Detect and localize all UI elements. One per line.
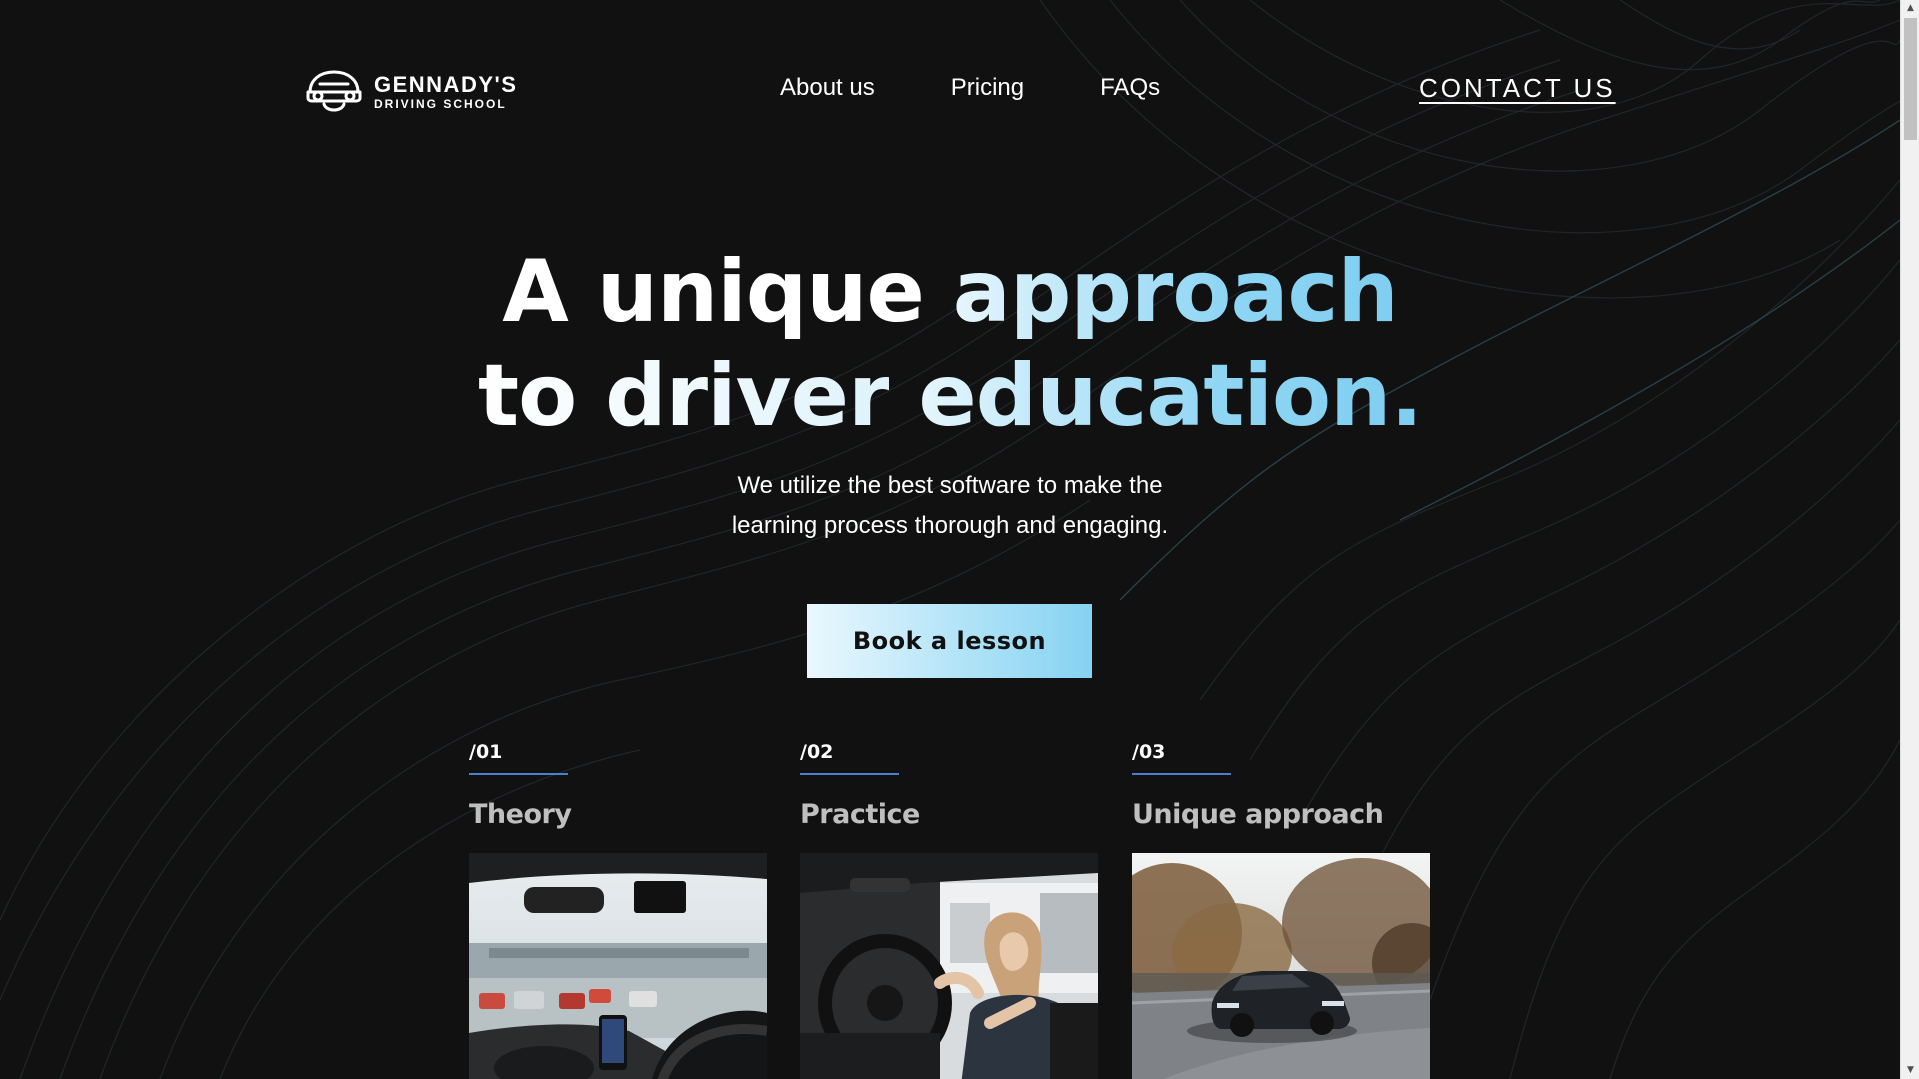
contact-us-link[interactable]: CONTACT US <box>1419 70 1616 106</box>
feature-card-unique-approach[interactable]: /03 Unique approach <box>1132 740 1430 1079</box>
feature-title: Theory <box>469 799 572 830</box>
hero-title: A unique approach to driver education. <box>0 240 1900 448</box>
feature-divider <box>800 773 899 775</box>
feature-title: Practice <box>800 799 920 830</box>
feature-number: /01 <box>469 741 503 763</box>
page: GENNADY'S DRIVING SCHOOL About us Pricin… <box>0 0 1900 1079</box>
hero-line2-white: to driver <box>477 346 890 446</box>
hero-line1-accent: approach <box>952 242 1399 342</box>
logo-subtitle: DRIVING SCHOOL <box>374 97 507 111</box>
main-nav: About us Pricing FAQs <box>780 72 1160 104</box>
feature-divider <box>469 773 568 775</box>
nav-faqs[interactable]: FAQs <box>1100 72 1160 104</box>
hero-subtitle-line1: We utilize the best software to make the <box>737 472 1163 499</box>
woman-driving-car-photo <box>800 853 1098 1079</box>
scroll-down-icon[interactable]: ▼ <box>1901 1062 1919 1079</box>
hero-subtitle-line2: learning process thorough and engaging. <box>731 512 1169 539</box>
hero-line1-white: A unique <box>502 242 925 342</box>
car-dashboard-traffic-photo <box>469 853 767 1079</box>
feature-card-theory[interactable]: /01 Theory <box>469 740 767 1079</box>
nav-pricing[interactable]: Pricing <box>951 72 1024 104</box>
dark-car-on-road-photo <box>1132 853 1430 1079</box>
hero-line2-accent: education. <box>918 346 1423 446</box>
feature-number: /02 <box>800 741 834 763</box>
logo[interactable]: GENNADY'S DRIVING SCHOOL <box>304 66 517 118</box>
scrollbar-thumb[interactable] <box>1904 18 1917 140</box>
hero-subtitle: We utilize the best software to make the… <box>0 466 1900 546</box>
feature-divider <box>1132 773 1231 775</box>
feature-title: Unique approach <box>1132 799 1384 830</box>
feature-number: /03 <box>1132 741 1166 763</box>
car-face-icon <box>306 70 362 112</box>
nav-about-us[interactable]: About us <box>780 72 875 104</box>
logo-text: GENNADY'S DRIVING SCHOOL <box>374 72 518 112</box>
scroll-up-icon[interactable]: ▲ <box>1901 0 1919 17</box>
logo-name: GENNADY'S <box>374 72 518 97</box>
book-lesson-button[interactable]: Book a lesson <box>807 604 1092 678</box>
vertical-scrollbar[interactable]: ▲ ▼ <box>1900 0 1919 1079</box>
feature-card-practice[interactable]: /02 Practice <box>800 740 1098 1079</box>
